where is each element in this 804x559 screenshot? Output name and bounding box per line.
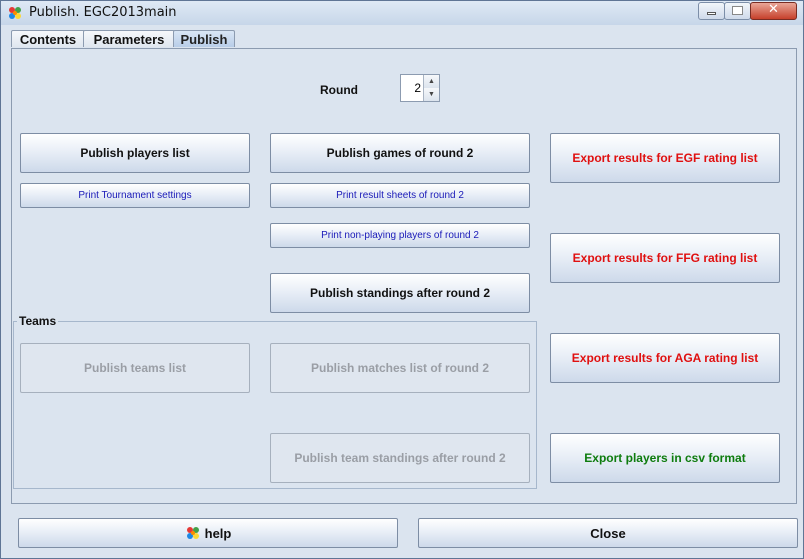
close-window-button[interactable]: ✕ — [750, 2, 797, 20]
print-nonplaying-button[interactable]: Print non-playing players of round 2 — [270, 223, 530, 248]
tab-publish[interactable]: Publish — [173, 30, 235, 47]
tab-contents[interactable]: Contents — [11, 30, 85, 47]
title-bar[interactable]: Publish. EGC2013main ✕ — [1, 1, 803, 25]
teams-group-label: Teams — [17, 314, 59, 328]
round-spinner[interactable]: 2 ▲ ▼ — [400, 74, 440, 102]
window-title: Publish. EGC2013main — [29, 5, 177, 20]
spinner-up-icon[interactable]: ▲ — [423, 75, 439, 89]
spinner-down-icon[interactable]: ▼ — [423, 88, 439, 101]
tab-parameters[interactable]: Parameters — [83, 30, 175, 47]
minimize-button[interactable] — [698, 2, 725, 20]
publish-window: Publish. EGC2013main ✕ Contents Paramete… — [0, 0, 804, 559]
close-button[interactable]: Close — [418, 518, 798, 548]
round-label: Round — [320, 83, 358, 97]
close-icon: ✕ — [768, 2, 779, 17]
export-aga-button[interactable]: Export results for AGA rating list — [550, 333, 780, 383]
publish-standings-button[interactable]: Publish standings after round 2 — [270, 273, 530, 313]
maximize-icon — [732, 6, 743, 15]
export-csv-button[interactable]: Export players in csv format — [550, 433, 780, 483]
app-icon — [9, 7, 21, 19]
help-icon — [186, 527, 199, 539]
publish-teams-button: Publish teams list — [20, 343, 250, 393]
help-button[interactable]: help — [18, 518, 398, 548]
publish-games-button[interactable]: Publish games of round 2 — [270, 133, 530, 173]
print-settings-button[interactable]: Print Tournament settings — [20, 183, 250, 208]
minimize-icon — [707, 12, 716, 15]
publish-players-button[interactable]: Publish players list — [20, 133, 250, 173]
export-egf-button[interactable]: Export results for EGF rating list — [550, 133, 780, 183]
publish-team-standings-button: Publish team standings after round 2 — [270, 433, 530, 483]
export-ffg-button[interactable]: Export results for FFG rating list — [550, 233, 780, 283]
maximize-button[interactable] — [724, 2, 751, 20]
help-label: help — [204, 525, 232, 541]
publish-matches-button: Publish matches list of round 2 — [270, 343, 530, 393]
round-value[interactable]: 2 — [414, 81, 421, 95]
print-result-sheets-button[interactable]: Print result sheets of round 2 — [270, 183, 530, 208]
